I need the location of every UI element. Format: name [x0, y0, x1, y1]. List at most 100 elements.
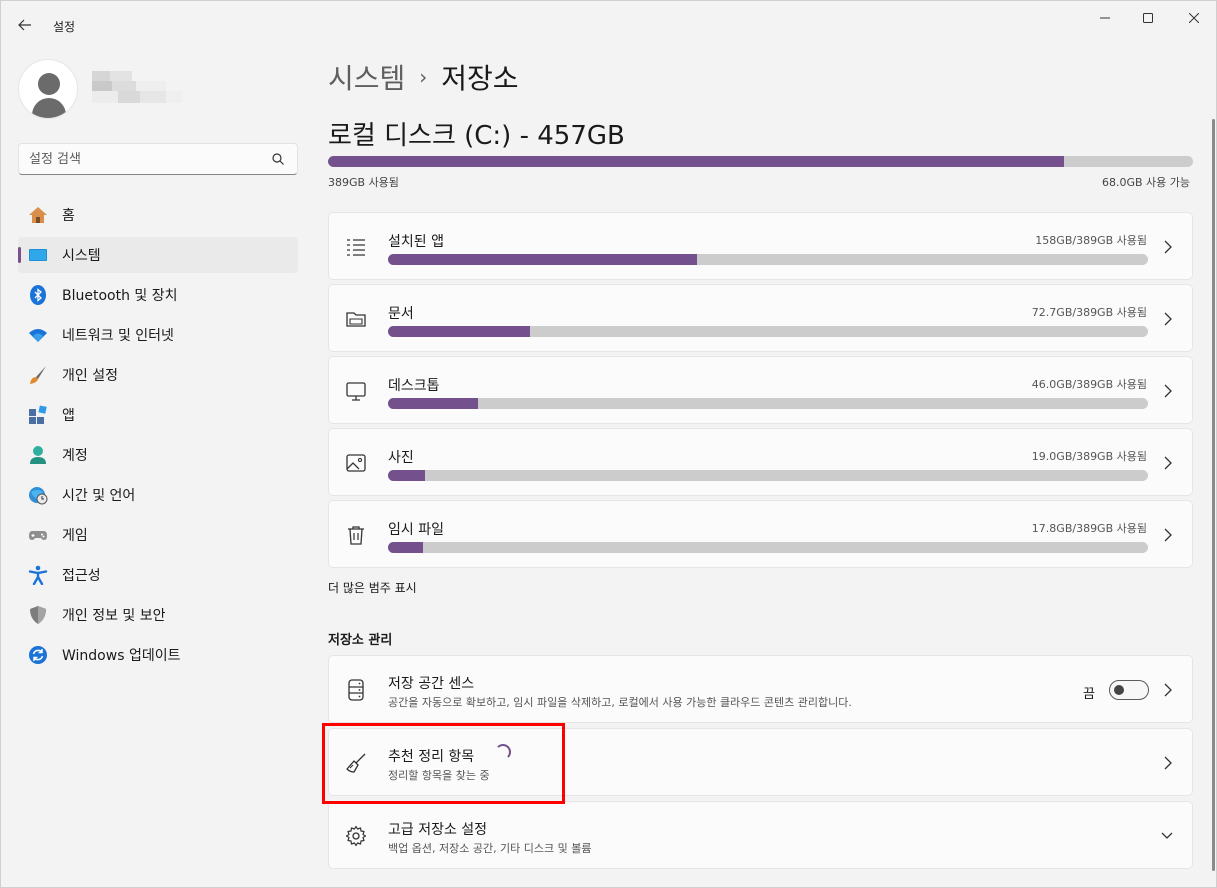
sidebar-item-label: Bluetooth 및 장치: [62, 288, 178, 304]
category-card-installed-apps[interactable]: 설치된 앱 158GB/389GB 사용됨: [328, 212, 1193, 280]
sidebar-item-label: 게임: [62, 528, 88, 544]
gear-icon: [345, 825, 367, 847]
folder-icon: [346, 312, 366, 327]
breadcrumb-parent-link[interactable]: 시스템: [328, 57, 405, 97]
sidebar-item-label: 개인 정보 및 보안: [62, 608, 166, 624]
page-title: 저장소: [441, 62, 519, 95]
category-name: 사진: [388, 450, 414, 466]
sidebar-item-label: 시스템: [62, 248, 101, 264]
disk-title: 로컬 디스크 (C:) - 457GB: [328, 121, 625, 151]
settings-window: 설정 설정 검색 홈 시스템 Bluetooth 및 장치 네트워크 및 인터넷…: [0, 0, 1217, 888]
close-button[interactable]: [1171, 1, 1217, 35]
highlight-annotation: [322, 723, 565, 804]
monitor-icon: [346, 382, 366, 401]
category-name: 설치된 앱: [388, 234, 444, 250]
account-icon: [30, 446, 46, 464]
sidebar-item-bluetooth[interactable]: Bluetooth 및 장치: [18, 277, 298, 313]
apps-icon: [29, 405, 47, 424]
category-usage-bar: [388, 470, 1148, 481]
chevron-right-icon: [1164, 756, 1172, 770]
maximize-button[interactable]: [1125, 1, 1171, 35]
search-input[interactable]: [29, 149, 269, 169]
bluetooth-icon: [30, 285, 46, 305]
title-bar: 설정: [1, 1, 1216, 49]
disk-usage-bar: [328, 156, 1193, 167]
close-icon: [1189, 13, 1199, 23]
maximize-icon: [1143, 13, 1153, 23]
category-usage-bar: [388, 542, 1148, 553]
back-arrow-icon: [18, 19, 31, 31]
storage-sense-description: 공간을 자동으로 확보하고, 임시 파일을 삭제하고, 로컬에서 사용 가능한 …: [388, 696, 852, 709]
sidebar-item-label: 앱: [62, 408, 75, 424]
category-usage-fill: [388, 398, 478, 409]
chevron-right-icon: [1164, 683, 1172, 697]
chevron-down-icon[interactable]: [1160, 828, 1174, 844]
search-icon[interactable]: [271, 152, 285, 166]
trash-icon: [348, 526, 364, 545]
category-usage-fill: [388, 470, 426, 481]
blurred-user-name: [92, 71, 182, 111]
wifi-icon: [29, 329, 47, 342]
sidebar-item-gaming[interactable]: 게임: [18, 517, 298, 553]
breadcrumb: 시스템 › 저장소: [328, 57, 519, 97]
category-name: 데스크톱: [388, 378, 440, 394]
sidebar-item-privacy[interactable]: 개인 정보 및 보안: [18, 597, 298, 633]
toggle-knob: [1114, 685, 1124, 695]
sidebar-item-system[interactable]: 시스템: [18, 237, 298, 273]
sidebar-item-accessibility[interactable]: 접근성: [18, 557, 298, 593]
sidebar-item-network[interactable]: 네트워크 및 인터넷: [18, 317, 298, 353]
show-more-categories-link[interactable]: 더 많은 범주 표시: [328, 579, 417, 596]
category-usage-bar: [388, 254, 1148, 265]
advanced-storage-title: 고급 저장소 설정: [388, 822, 488, 838]
breadcrumb-chevron-icon: ›: [419, 65, 428, 89]
category-card-pictures[interactable]: 사진 19.0GB/389GB 사용됨: [328, 428, 1193, 496]
disk-used-label: 389GB 사용됨: [328, 176, 399, 189]
sidebar-item-label: 접근성: [62, 568, 101, 584]
settings-search[interactable]: [18, 143, 298, 175]
storage-drive-icon: [348, 679, 364, 701]
chevron-right-icon: [1164, 384, 1172, 398]
home-icon: [29, 207, 47, 223]
sidebar-item-time-language[interactable]: 시간 및 언어: [18, 477, 298, 513]
category-name: 임시 파일: [388, 522, 444, 538]
category-card-documents[interactable]: 문서 72.7GB/389GB 사용됨: [328, 284, 1193, 352]
scrollbar[interactable]: [1212, 119, 1215, 871]
minimize-icon: [1100, 17, 1110, 19]
category-size: 19.0GB/389GB 사용됨: [1031, 450, 1147, 463]
sidebar-item-personalization[interactable]: 개인 설정: [18, 357, 298, 393]
category-size: 17.8GB/389GB 사용됨: [1031, 522, 1147, 535]
disk-free-label: 68.0GB 사용 가능: [1101, 176, 1190, 189]
section-title-storage-management: 저장소 관리: [328, 633, 393, 648]
chevron-right-icon: [1164, 456, 1172, 470]
storage-sense-toggle[interactable]: [1109, 680, 1149, 700]
avatar: [18, 59, 78, 119]
category-card-temp-files[interactable]: 임시 파일 17.8GB/389GB 사용됨: [328, 500, 1193, 568]
sidebar-item-label: 개인 설정: [62, 368, 118, 384]
sidebar-item-label: 홈: [62, 208, 75, 224]
chevron-right-icon: [1164, 528, 1172, 542]
sidebar-item-apps[interactable]: 앱: [18, 397, 298, 433]
sidebar-item-windows-update[interactable]: Windows 업데이트: [18, 637, 298, 673]
category-card-desktop[interactable]: 데스크톱 46.0GB/389GB 사용됨: [328, 356, 1193, 424]
back-button[interactable]: [11, 11, 39, 39]
update-icon: [29, 646, 47, 664]
category-usage-fill: [388, 542, 423, 553]
category-usage-bar: [388, 398, 1148, 409]
sidebar-item-accounts[interactable]: 계정: [18, 437, 298, 473]
category-name: 문서: [388, 306, 414, 322]
sidebar-item-home[interactable]: 홈: [18, 197, 298, 233]
advanced-storage-settings-card[interactable]: 고급 저장소 설정 백업 옵션, 저장소 공간, 기타 디스크 및 볼륨: [328, 801, 1193, 869]
sidebar-item-label: 시간 및 언어: [62, 488, 136, 504]
user-profile[interactable]: [18, 59, 298, 119]
minimize-button[interactable]: [1082, 1, 1128, 35]
app-title: 설정: [53, 20, 76, 34]
brush-icon: [30, 366, 46, 384]
storage-sense-card[interactable]: 저장 공간 센스 공간을 자동으로 확보하고, 임시 파일을 삭제하고, 로컬에…: [328, 655, 1193, 723]
category-size: 158GB/389GB 사용됨: [1035, 234, 1147, 247]
list-icon: [347, 239, 365, 256]
category-usage-fill: [388, 254, 697, 265]
toggle-state-label: 끔: [1083, 687, 1095, 702]
sidebar-nav: 홈 시스템 Bluetooth 및 장치 네트워크 및 인터넷 개인 설정 앱 …: [18, 197, 298, 677]
advanced-storage-description: 백업 옵션, 저장소 공간, 기타 디스크 및 볼륨: [388, 842, 592, 855]
disk-usage-fill: [328, 156, 1065, 167]
